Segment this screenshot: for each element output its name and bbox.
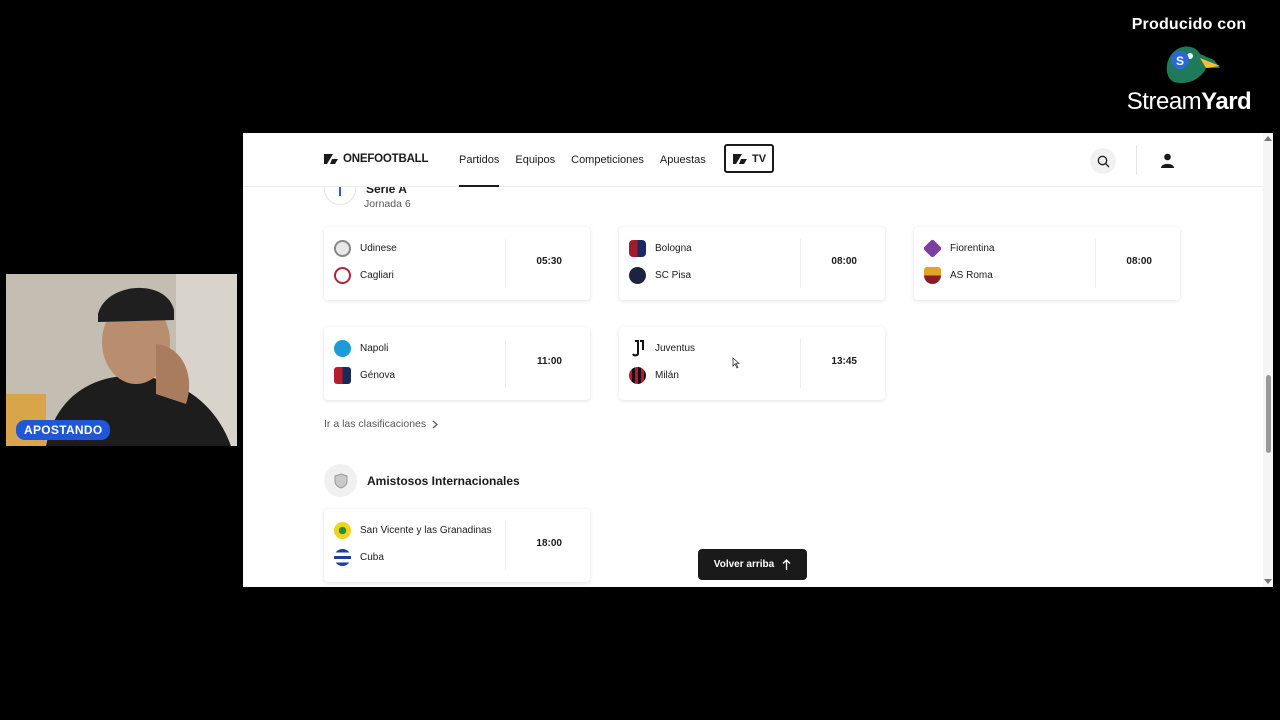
away-team-name: SC Pisa xyxy=(655,270,692,281)
home-team-name: Fiorentina xyxy=(950,243,995,254)
search-button[interactable] xyxy=(1090,148,1116,174)
competition-round: Jornada 6 xyxy=(364,198,411,210)
card-divider xyxy=(1095,239,1096,288)
chevron-right-icon xyxy=(432,420,439,428)
san-vicente-flag-icon xyxy=(334,522,351,539)
match-card[interactable]: Fiorentina AS Roma 08:00 xyxy=(914,227,1180,300)
page-scrollbar[interactable] xyxy=(1263,133,1273,587)
nav-apuestas[interactable]: Apuestas xyxy=(660,133,706,187)
cuba-flag-icon xyxy=(334,549,351,566)
away-team: Cuba xyxy=(334,549,384,566)
fiorentina-crest-icon xyxy=(922,238,943,259)
juventus-crest-icon xyxy=(629,340,646,357)
onefootball-tv-button[interactable]: TV xyxy=(724,144,774,173)
home-team-name: Udinese xyxy=(360,243,397,254)
home-team-name: Bologna xyxy=(655,243,692,254)
back-to-top-label: Volver arriba xyxy=(713,559,775,570)
nav-partidos[interactable]: Partidos xyxy=(459,133,500,187)
scroll-down-icon[interactable] xyxy=(1264,579,1272,584)
search-icon xyxy=(1097,155,1109,167)
standings-link[interactable]: Ir a las clasificaciones xyxy=(324,418,439,430)
pisa-crest-icon xyxy=(629,267,646,284)
away-team-name: AS Roma xyxy=(950,270,993,281)
home-team-name: Napoli xyxy=(360,343,389,354)
nav-competiciones[interactable]: Competiciones xyxy=(571,133,644,187)
kickoff-time: 08:00 xyxy=(831,256,857,267)
roma-crest-icon xyxy=(924,267,941,284)
card-divider xyxy=(505,239,506,288)
user-icon xyxy=(1160,153,1174,168)
away-team: AS Roma xyxy=(924,267,993,284)
friendlies-header[interactable]: Amistosos Internacionales xyxy=(324,464,520,497)
onefootball-logo-icon xyxy=(324,154,338,164)
scroll-up-icon[interactable] xyxy=(1264,136,1272,141)
card-divider xyxy=(800,239,801,288)
home-team: Juventus xyxy=(629,340,695,357)
svg-text:S: S xyxy=(1176,54,1184,68)
kickoff-time: 08:00 xyxy=(1126,256,1152,267)
nav-equipos[interactable]: Equipos xyxy=(515,133,555,187)
back-to-top-button[interactable]: Volver arriba xyxy=(698,549,807,580)
away-team: Milán xyxy=(629,367,679,384)
webcam-feed: APOSTANDO xyxy=(6,274,237,446)
home-team: Bologna xyxy=(629,240,692,257)
arrow-up-icon xyxy=(782,558,791,570)
away-team: Cagliari xyxy=(334,267,394,284)
friendlies-shield-icon xyxy=(324,464,357,497)
brand-caption: Producido con xyxy=(1131,16,1247,33)
udinese-crest-icon xyxy=(334,240,351,257)
scrollbar-thumb[interactable] xyxy=(1266,375,1271,453)
webcam-name-badge: APOSTANDO xyxy=(16,420,111,440)
brand-name: StreamYard xyxy=(1126,88,1252,115)
away-team-name: Cagliari xyxy=(360,270,394,281)
card-divider xyxy=(800,339,801,388)
match-card[interactable]: San Vicente y las Granadinas Cuba 18:00 xyxy=(324,509,590,582)
streamyard-duck-logo-icon: S xyxy=(1154,38,1224,92)
home-team: San Vicente y las Granadinas xyxy=(334,522,492,539)
bologna-crest-icon xyxy=(629,240,646,257)
away-team: Génova xyxy=(334,367,395,384)
genoa-crest-icon xyxy=(334,367,351,384)
streamyard-branding: Producido con S StreamYard xyxy=(1114,16,1264,116)
friendlies-title: Amistosos Internacionales xyxy=(367,473,520,488)
logo-text: ONEFOOTBALL xyxy=(343,152,429,165)
home-team-name: San Vicente y las Granadinas xyxy=(360,525,492,536)
home-team: Fiorentina xyxy=(922,238,995,259)
onefootball-page: ONEFOOTBALL Partidos Equipos Competicion… xyxy=(243,133,1273,587)
site-header: ONEFOOTBALL Partidos Equipos Competicion… xyxy=(243,133,1263,187)
standings-link-label: Ir a las clasificaciones xyxy=(324,418,427,430)
cagliari-crest-icon xyxy=(334,267,351,284)
away-team-name: Milán xyxy=(655,370,679,381)
napoli-crest-icon xyxy=(334,340,351,357)
onefootball-logo[interactable]: ONEFOOTBALL xyxy=(323,152,429,165)
home-team: Napoli xyxy=(334,340,388,357)
account-button[interactable] xyxy=(1155,148,1179,172)
home-team: Udinese xyxy=(334,240,397,257)
onefootball-tv-icon xyxy=(732,154,747,164)
away-team-name: Génova xyxy=(360,370,396,381)
home-team-name: Juventus xyxy=(655,343,696,354)
mouse-cursor-icon xyxy=(732,357,741,369)
kickoff-time: 05:30 xyxy=(536,256,562,267)
match-card[interactable]: Napoli Génova 11:00 xyxy=(324,327,590,400)
away-team: SC Pisa xyxy=(629,267,691,284)
match-card[interactable]: Juventus Milán 13:45 xyxy=(619,327,885,400)
card-divider xyxy=(505,339,506,388)
away-team-name: Cuba xyxy=(360,552,384,563)
main-nav: Partidos Equipos Competiciones Apuestas xyxy=(459,133,706,187)
kickoff-time: 18:00 xyxy=(536,538,562,549)
kickoff-time: 11:00 xyxy=(536,356,562,367)
match-card[interactable]: Bologna SC Pisa 08:00 xyxy=(619,227,885,300)
card-divider xyxy=(505,521,506,570)
header-divider xyxy=(1136,145,1137,175)
kickoff-time: 13:45 xyxy=(831,356,857,367)
tv-label: TV xyxy=(751,152,767,165)
milan-crest-icon xyxy=(629,367,646,384)
match-card[interactable]: Udinese Cagliari 05:30 xyxy=(324,227,590,300)
